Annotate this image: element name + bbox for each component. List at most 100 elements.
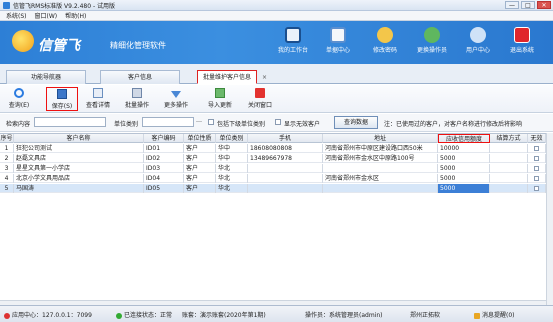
include-sub-checkbox[interactable] (208, 119, 214, 125)
invalid-checkbox[interactable] (534, 146, 539, 151)
row-name[interactable]: 赵磊文具店 (14, 154, 144, 163)
row-address[interactable] (323, 164, 438, 173)
row-address[interactable]: 河南省郑州市金水区 (323, 174, 438, 183)
col-address[interactable]: 地址 (323, 134, 438, 143)
more-operation-button[interactable]: 更多操作 (159, 87, 193, 111)
col-credit[interactable]: 应收信用额度 (438, 134, 490, 143)
change-password-button[interactable]: 修改密码 (367, 27, 403, 54)
row-code[interactable]: ID02 (144, 154, 184, 163)
tab-batch-customer[interactable]: 批量维护客户信息 × (197, 70, 267, 84)
invalid-checkbox[interactable] (534, 166, 539, 171)
row-nature[interactable]: 客户 (184, 144, 216, 153)
row-invalid[interactable] (528, 154, 546, 163)
status-message[interactable]: 消息提醒(0) (474, 310, 515, 319)
row-settle[interactable] (490, 164, 528, 173)
row-invalid[interactable] (528, 164, 546, 173)
col-phone[interactable]: 手机 (248, 134, 323, 143)
invalid-checkbox[interactable] (534, 156, 539, 161)
exit-system-button[interactable]: 退出系统 (504, 27, 540, 54)
row-code[interactable]: ID03 (144, 164, 184, 173)
row-credit[interactable]: 5000 (438, 174, 490, 183)
row-nature[interactable]: 客户 (184, 174, 216, 183)
row-category[interactable]: 华北 (216, 164, 248, 173)
row-invalid[interactable] (528, 174, 546, 183)
row-category[interactable]: 华北 (216, 174, 248, 183)
col-settle[interactable]: 结算方式 (490, 134, 528, 143)
row-settle[interactable] (490, 184, 528, 193)
table-row[interactable]: 1 狂犯公司测试 ID01 客户 华中 18608080808 河南省郑州市中原… (0, 144, 546, 153)
row-phone[interactable] (248, 164, 323, 173)
row-credit[interactable]: 5000 (438, 164, 490, 173)
close-button[interactable]: ✕ (537, 1, 551, 9)
col-no[interactable]: 序号 (0, 134, 14, 143)
category-picker-button[interactable]: … (196, 117, 202, 124)
status-bar: 应用中心：127.0.0.1：7099 已连接状态：正常 账套：演示账套(202… (0, 305, 553, 322)
col-code[interactable]: 客户编码 (144, 134, 184, 143)
table-row[interactable]: 3 星星文具第一小学店 ID03 客户 华北 5000 (0, 164, 546, 173)
row-nature[interactable]: 客户 (184, 164, 216, 173)
row-phone[interactable]: 13489667978 (248, 154, 323, 163)
col-invalid[interactable]: 无效 (528, 134, 546, 143)
menu-system[interactable]: 系统(S) (6, 11, 27, 20)
row-settle[interactable] (490, 144, 528, 153)
tab-customer-info[interactable]: 客户信息 (100, 70, 180, 84)
row-credit[interactable]: 5000 (438, 154, 490, 163)
import-update-button[interactable]: 导入更新 (204, 87, 236, 111)
search-content-input[interactable] (34, 117, 106, 127)
view-detail-button[interactable]: 查看详情 (82, 87, 114, 111)
row-credit[interactable]: 10000 (438, 144, 490, 153)
row-settle[interactable] (490, 154, 528, 163)
row-name[interactable]: 狂犯公司测试 (14, 144, 144, 153)
row-invalid[interactable] (528, 184, 546, 193)
col-nature[interactable]: 单位性质 (184, 134, 216, 143)
row-settle[interactable] (490, 174, 528, 183)
row-nature[interactable]: 客户 (184, 184, 216, 193)
table-row[interactable]: 2 赵磊文具店 ID02 客户 华中 13489667978 河南省郑州市金水区… (0, 154, 546, 163)
save-button[interactable]: 保存(S) (46, 87, 78, 111)
row-category[interactable]: 华北 (216, 184, 248, 193)
col-name[interactable]: 客户名称 (14, 134, 144, 143)
invalid-checkbox[interactable] (534, 176, 539, 181)
toolbar: 查询(E) 保存(S) 查看详情 批量操作 更多操作 导入更新 关闭窗口 (0, 85, 553, 113)
row-invalid[interactable] (528, 144, 546, 153)
query-data-button[interactable]: 查询数据 (334, 116, 378, 129)
row-phone[interactable] (248, 184, 323, 193)
close-window-button[interactable]: 关闭窗口 (243, 87, 277, 111)
row-address[interactable]: 河南省郑州市金水区中原路100号 (323, 154, 438, 163)
row-nature[interactable]: 客户 (184, 154, 216, 163)
tab-function-navigator[interactable]: 功能导航器 (6, 70, 86, 84)
show-invalid-checkbox[interactable] (275, 119, 281, 125)
row-name[interactable]: 星星文具第一小学店 (14, 164, 144, 173)
message-text[interactable]: 消息提醒(0) (482, 312, 515, 319)
row-category[interactable]: 华中 (216, 144, 248, 153)
workbench-button[interactable]: 我的工作台 (275, 27, 311, 54)
document-center-button[interactable]: 单据中心 (320, 27, 356, 54)
col-category[interactable]: 单位类别 (216, 134, 248, 143)
table-row[interactable]: 4 北京小学文具用品店 ID04 客户 华北 河南省郑州市金水区 5000 (0, 174, 546, 183)
menu-help[interactable]: 帮助(H) (65, 11, 86, 20)
batch-operation-button[interactable]: 批量操作 (120, 87, 154, 111)
power-icon (514, 27, 530, 43)
row-code[interactable]: ID04 (144, 174, 184, 183)
row-address[interactable]: 河南省郑州市中原区建设路口西50米 (323, 144, 438, 153)
maximize-button[interactable]: □ (521, 1, 535, 9)
menu-window[interactable]: 窗口(W) (35, 11, 58, 20)
query-button[interactable]: 查询(E) (4, 87, 34, 111)
row-address[interactable] (323, 184, 438, 193)
row-phone[interactable] (248, 174, 323, 183)
row-code[interactable]: ID05 (144, 184, 184, 193)
invalid-checkbox[interactable] (534, 186, 539, 191)
row-category[interactable]: 华中 (216, 154, 248, 163)
row-name[interactable]: 北京小学文具用品店 (14, 174, 144, 183)
user-center-button[interactable]: 用户中心 (460, 27, 496, 54)
table-row-selected[interactable]: 5 马国涛 ID05 客户 华北 5000 (0, 184, 546, 193)
row-code[interactable]: ID01 (144, 144, 184, 153)
category-input[interactable] (142, 117, 194, 127)
switch-operator-button[interactable]: 更换操作员 (414, 27, 450, 54)
minimize-button[interactable]: — (505, 1, 519, 9)
row-name[interactable]: 马国涛 (14, 184, 144, 193)
row-credit-editing[interactable]: 5000 (438, 184, 490, 193)
row-phone[interactable]: 18608080808 (248, 144, 323, 153)
tab-close-icon[interactable]: × (262, 71, 267, 84)
vertical-scrollbar[interactable] (546, 133, 553, 305)
